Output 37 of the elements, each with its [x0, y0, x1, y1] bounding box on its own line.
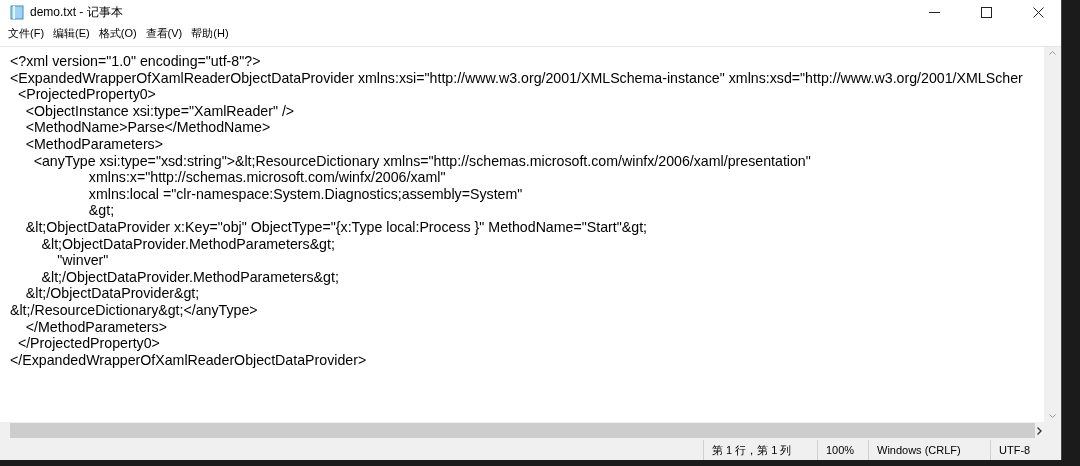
- text-line: &lt;/ResourceDictionary&gt;</anyType>: [10, 301, 258, 319]
- menu-item[interactable]: 查看(V): [141, 26, 187, 41]
- vertical-scrollbar[interactable]: [1044, 47, 1061, 422]
- text-line: &lt;ObjectDataProvider x:Key="obj" ObjectType="{x:Type local:Process }" MethodName="Start"&gt;: [24, 218, 648, 236]
- text-line: <ExpandedWrapperOfXamlReaderObjectDataProvider xmlns:xsi="http://www.w3.org/2001/XMLSchema-instance" xmlns:xsd="http://www.w3.org/2001/XMLScher: [10, 69, 1023, 87]
- text-line: xmlns:local ="clr-namespace:System.Diagnostics;assembly=System": [87, 185, 523, 203]
- text-line: "winver": [56, 252, 109, 269]
- text-line: </ProjectedProperty0>: [16, 335, 160, 352]
- zoom-level: 100%: [826, 444, 855, 456]
- menu-item[interactable]: 编辑(E): [49, 26, 94, 41]
- text-line: <MethodName>Parse</MethodName>: [24, 119, 271, 136]
- line-ending: Windows (CRLF): [877, 444, 961, 456]
- text-line: xmlns:x="http://schemas.microsoft.com/winfx/2006/xaml": [87, 169, 446, 186]
- notepad-icon: [10, 4, 24, 20]
- cursor-position: 第 1 行，第 1 列: [712, 442, 792, 458]
- text-line: <ProjectedProperty0>: [16, 86, 156, 103]
- text-line: </ExpandedWrapperOfXamlReaderObjectDataProvider>: [10, 351, 367, 369]
- scroll-up-icon: [1049, 51, 1056, 55]
- minimize-icon: [928, 11, 940, 13]
- text-line: &lt;ObjectDataProvider.MethodParameters&gt;: [40, 235, 335, 253]
- text-line: <ObjectInstance xsi:type="XamlReader" />: [24, 102, 295, 120]
- text-line: <anyType xsi:type="xsd:string">&lt;ResourceDictionary xmlns="http://schemas.microsoft.com/winfx/2006/xaml/presentation": [32, 152, 811, 170]
- scroll-right-icon[interactable]: [1037, 426, 1042, 435]
- text-line: &lt;/ObjectDataProvider.MethodParameters&gt;: [40, 268, 339, 286]
- menu-item[interactable]: 帮助(H): [187, 26, 233, 41]
- menu-item[interactable]: 格式(O): [94, 26, 141, 41]
- text-line: &lt;/ObjectDataProvider&gt;: [24, 285, 200, 302]
- text-line: &gt;: [87, 202, 115, 219]
- menu-item[interactable]: 文件(F): [4, 26, 49, 41]
- close-icon: [1032, 6, 1044, 18]
- window-title: demo.txt - 记事本: [30, 3, 124, 21]
- scroll-down-icon: [1049, 414, 1056, 418]
- encoding: UTF-8: [999, 444, 1031, 456]
- text-line: <?xml version="1.0" encoding="utf-8"?>: [10, 53, 261, 70]
- text-line: <MethodParameters>: [24, 135, 163, 153]
- text-line: </MethodParameters>: [24, 318, 167, 336]
- maximize-icon: [980, 6, 992, 18]
